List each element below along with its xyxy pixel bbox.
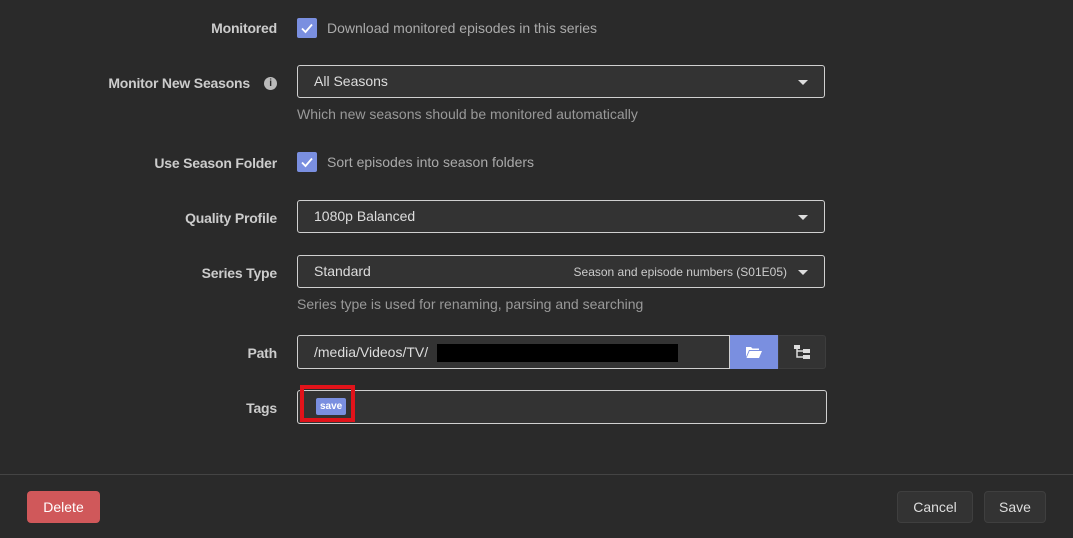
monitor-new-seasons-label: Monitor New Seasons i [108,75,277,91]
file-tree-button[interactable] [778,335,826,369]
quality-profile-row: Quality Profile 1080p Balanced [0,200,1073,234]
monitored-label: Monitored [211,20,277,36]
quality-profile-select[interactable]: 1080p Balanced [297,200,825,233]
quality-profile-value: 1080p Balanced [314,208,416,224]
monitor-new-seasons-select[interactable]: All Seasons [297,65,825,98]
tags-input[interactable]: save [297,390,827,424]
series-type-row: Series Type Standard Season and episode … [0,255,1073,315]
series-type-select[interactable]: Standard Season and episode numbers (S01… [297,255,825,288]
cancel-button[interactable]: Cancel [897,491,973,523]
path-input[interactable]: /media/Videos/TV/ [297,335,730,369]
monitor-new-seasons-label-text: Monitor New Seasons [108,75,250,91]
use-season-folder-checkbox[interactable] [297,152,317,172]
monitor-new-seasons-help: Which new seasons should be monitored au… [297,106,638,122]
chevron-down-icon [798,80,808,85]
monitor-new-seasons-value: All Seasons [314,73,388,89]
use-season-folder-label: Use Season Folder [154,155,277,171]
footer-divider [0,474,1073,475]
tags-label: Tags [246,400,277,416]
series-type-hint: Season and episode numbers (S01E05) [573,265,787,279]
monitored-row: Monitored Download monitored episodes in… [0,18,1073,38]
monitored-checkbox[interactable] [297,18,317,38]
check-icon [301,157,313,168]
file-tree-icon [794,345,810,359]
annotation-highlight-box [300,385,355,422]
folder-open-icon [746,347,762,358]
path-label: Path [247,345,277,361]
use-season-folder-description: Sort episodes into season folders [327,154,535,170]
tags-row: Tags save [0,390,1073,424]
delete-button[interactable]: Delete [27,491,100,523]
check-icon [301,23,313,34]
monitored-description: Download monitored episodes in this seri… [327,20,598,36]
folder-open-button[interactable] [730,335,778,369]
monitor-new-seasons-row: Monitor New Seasons i All Seasons Which … [0,65,1073,135]
series-type-value: Standard [314,263,371,279]
path-value: /media/Videos/TV/ [314,344,429,360]
chevron-down-icon [798,215,808,220]
redaction-box [437,344,678,362]
edit-series-modal: Monitored Download monitored episodes in… [0,0,1073,538]
info-icon[interactable]: i [264,76,277,90]
series-type-label: Series Type [201,265,278,281]
save-button[interactable]: Save [984,491,1046,523]
use-season-folder-row: Use Season Folder Sort episodes into sea… [0,152,1073,172]
chevron-down-icon [798,270,808,275]
path-row: Path /media/Videos/TV/ [0,335,1073,369]
quality-profile-label: Quality Profile [185,210,277,226]
series-type-help: Series type is used for renaming, parsin… [297,296,644,312]
